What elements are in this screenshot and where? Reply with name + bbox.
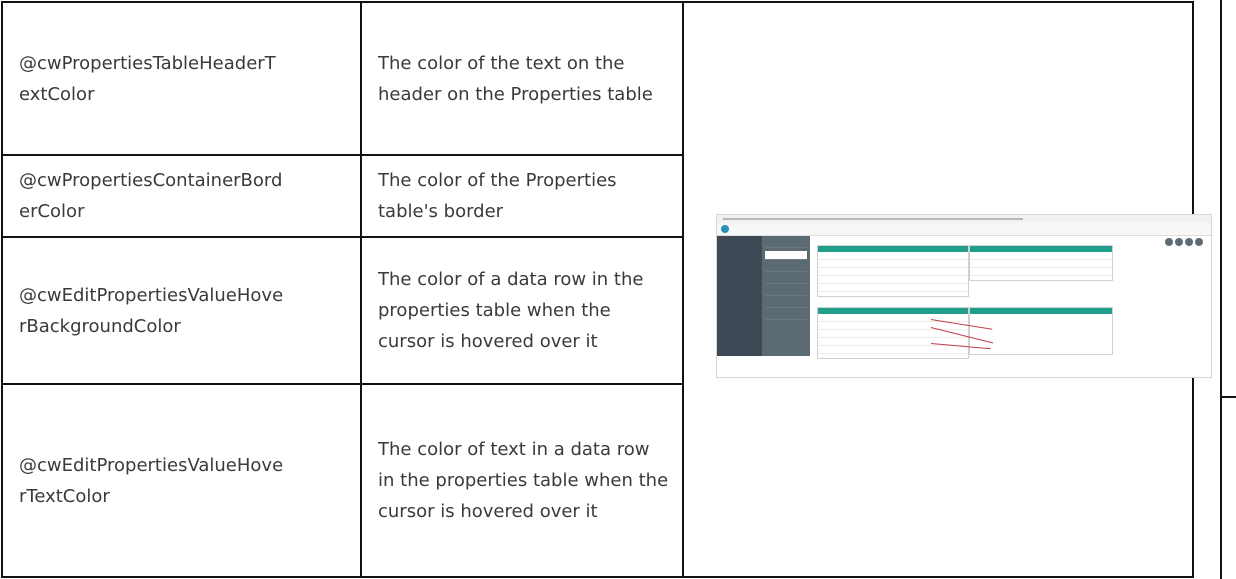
- action-circle-icon: [1195, 238, 1203, 246]
- app-logo-icon: [721, 225, 729, 233]
- thumb-nav: [717, 236, 762, 356]
- property-description: The color of text in a data row in the p…: [360, 383, 684, 578]
- action-circle-icon: [1175, 238, 1183, 246]
- property-name-text: @cwPropertiesTableHeaderT extColor: [19, 52, 276, 105]
- property-description-text: The color of the text on the header on t…: [378, 52, 653, 105]
- property-description: The color of the text on the header on t…: [360, 1, 684, 156]
- thumb-browser-bar: [717, 215, 1211, 223]
- table-row: @cwPropertiesTableHeaderT extColor The c…: [1, 1, 1194, 578]
- property-description: The color of a data row in the propertie…: [360, 236, 684, 385]
- property-description-text: The color of a data row in the propertie…: [378, 269, 644, 352]
- property-name: @cwPropertiesTableHeaderT extColor: [1, 1, 362, 156]
- property-description: The color of the Properties table's bord…: [360, 154, 684, 238]
- action-circle-icon: [1165, 238, 1173, 246]
- page-border-line: [1220, 0, 1222, 579]
- properties-screenshot: [716, 214, 1212, 378]
- thumb-panel-general: [817, 245, 969, 297]
- property-description-text: The color of the Properties table's bord…: [378, 170, 617, 222]
- property-name: @cwEditPropertiesValueHove rTextColor: [1, 383, 362, 578]
- action-circle-icon: [1185, 238, 1193, 246]
- property-name: @cwPropertiesContainerBord erColor: [1, 154, 362, 238]
- property-name: @cwEditPropertiesValueHove rBackgroundCo…: [1, 236, 362, 385]
- thumb-app-header: [717, 223, 1211, 236]
- property-name-text: @cwPropertiesContainerBord erColor: [19, 170, 283, 222]
- property-description-text: The color of text in a data row in the p…: [378, 439, 669, 522]
- thumb-panel-time: [969, 245, 1113, 281]
- property-name-text: @cwEditPropertiesValueHove rTextColor: [19, 454, 284, 507]
- thumb-subnav: [762, 236, 810, 356]
- thumb-panel-properties: [817, 307, 969, 359]
- property-name-text: @cwEditPropertiesValueHove rBackgroundCo…: [19, 284, 284, 337]
- page-border-stub: [1222, 396, 1236, 398]
